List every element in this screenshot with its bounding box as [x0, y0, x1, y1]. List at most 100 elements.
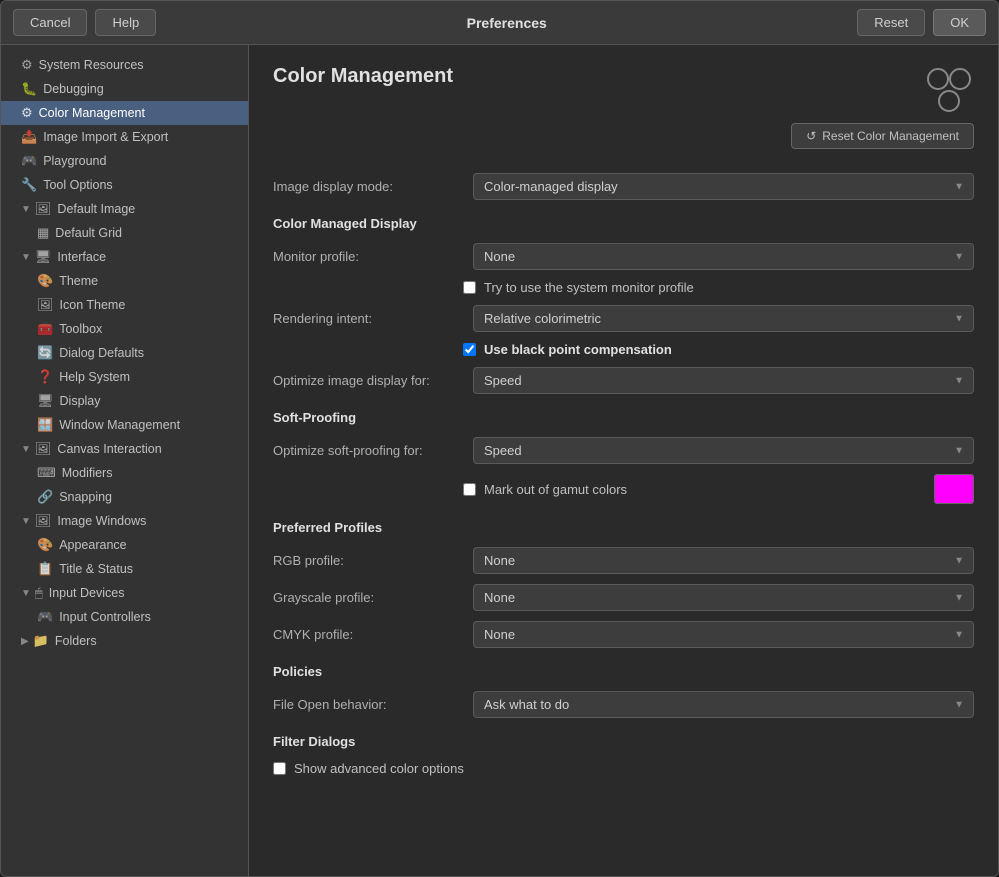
- rendering-intent-label: Rendering intent:: [273, 311, 473, 326]
- sidebar-label-tool-options: Tool Options: [43, 178, 112, 192]
- sidebar-label-icon-theme: Icon Theme: [60, 298, 126, 312]
- rgb-profile-select[interactable]: None: [473, 547, 974, 574]
- policies-title: Policies: [273, 664, 974, 679]
- monitor-profile-select[interactable]: None: [473, 243, 974, 270]
- mark-out-of-gamut-checkbox[interactable]: [463, 483, 476, 496]
- playground-icon: 🎮: [21, 153, 37, 169]
- reset-color-management-button[interactable]: ↺ Reset Color Management: [791, 123, 974, 149]
- sidebar-item-title-status[interactable]: 📋 Title & Status: [1, 557, 248, 581]
- sidebar-label-image-import-export: Image Import & Export: [43, 130, 168, 144]
- folders-icon: 📁: [33, 633, 49, 649]
- sidebar-label-default-image: Default Image: [57, 202, 135, 216]
- file-open-behavior-select-wrapper: Ask what to do Keep embedded profile Con…: [473, 691, 974, 718]
- ok-button[interactable]: OK: [933, 9, 986, 36]
- content-area: ⚙ System Resources 🐛 Debugging ⚙ Color M…: [1, 45, 998, 876]
- help-button[interactable]: Help: [95, 9, 156, 36]
- sidebar-item-dialog-defaults[interactable]: 🔄 Dialog Defaults: [1, 341, 248, 365]
- black-point-compensation-label[interactable]: Use black point compensation: [484, 342, 672, 357]
- window-title: Preferences: [467, 15, 547, 31]
- sidebar-item-default-grid[interactable]: ▦ Default Grid: [1, 221, 248, 245]
- sidebar-label-window-management: Window Management: [59, 418, 180, 432]
- rendering-intent-row: Rendering intent: Perceptual Relative co…: [273, 305, 974, 332]
- image-display-mode-select[interactable]: Color-managed display No color managemen…: [473, 173, 974, 200]
- sidebar-item-input-devices[interactable]: ▼ 🖱 Input Devices: [1, 581, 248, 605]
- show-advanced-color-row: Show advanced color options: [273, 761, 974, 776]
- input-controllers-icon: 🎮: [37, 609, 53, 625]
- mark-out-of-gamut-label[interactable]: Mark out of gamut colors: [484, 482, 926, 497]
- interface-icon: 🖥: [35, 249, 52, 265]
- gamut-color-swatch[interactable]: [934, 474, 974, 504]
- reset-icon: ↺: [806, 129, 816, 143]
- try-system-monitor-label[interactable]: Try to use the system monitor profile: [484, 280, 694, 295]
- sidebar-item-icon-theme[interactable]: 🖼 Icon Theme: [1, 293, 248, 317]
- theme-icon: 🎨: [37, 273, 53, 289]
- sidebar-item-input-controllers[interactable]: 🎮 Input Controllers: [1, 605, 248, 629]
- grayscale-profile-row: Grayscale profile: None: [273, 584, 974, 611]
- display-icon: 🖥: [37, 393, 54, 409]
- show-advanced-color-label[interactable]: Show advanced color options: [294, 761, 464, 776]
- optimize-image-display-select[interactable]: Speed Quality: [473, 367, 974, 394]
- sidebar-label-appearance: Appearance: [59, 538, 126, 552]
- black-point-compensation-row: Use black point compensation: [463, 342, 974, 357]
- sidebar-label-toolbox: Toolbox: [59, 322, 102, 336]
- sidebar-item-snapping[interactable]: 🔗 Snapping: [1, 485, 248, 509]
- try-system-monitor-checkbox[interactable]: [463, 281, 476, 294]
- sidebar-item-debugging[interactable]: 🐛 Debugging: [1, 77, 248, 101]
- sidebar-label-modifiers: Modifiers: [62, 466, 113, 480]
- file-open-behavior-label: File Open behavior:: [273, 697, 473, 712]
- sidebar-item-window-management[interactable]: 🪟 Window Management: [1, 413, 248, 437]
- sidebar-item-display[interactable]: 🖥 Display: [1, 389, 248, 413]
- cmyk-profile-select[interactable]: None: [473, 621, 974, 648]
- optimize-soft-proofing-label: Optimize soft-proofing for:: [273, 443, 473, 458]
- sidebar-item-system-resources[interactable]: ⚙ System Resources: [1, 53, 248, 77]
- cmyk-profile-row: CMYK profile: None: [273, 621, 974, 648]
- tool-options-icon: 🔧: [21, 177, 37, 193]
- main-content: Color Management ↺ Reset Color Managemen…: [249, 45, 998, 876]
- optimize-soft-proofing-select[interactable]: Speed Quality: [473, 437, 974, 464]
- sidebar-item-theme[interactable]: 🎨 Theme: [1, 269, 248, 293]
- sidebar-item-image-windows[interactable]: ▼ 🖼 Image Windows: [1, 509, 248, 533]
- toolbox-icon: 🧰: [37, 321, 53, 337]
- filter-dialogs-title: Filter Dialogs: [273, 734, 974, 749]
- window-management-icon: 🪟: [37, 417, 53, 433]
- main-header: Color Management ↺ Reset Color Managemen…: [273, 65, 974, 149]
- debugging-icon: 🐛: [21, 81, 37, 97]
- default-grid-icon: ▦: [37, 225, 49, 241]
- sidebar-item-canvas-interaction[interactable]: ▼ 🖼 Canvas Interaction: [1, 437, 248, 461]
- canvas-interaction-arrow: ▼: [21, 444, 31, 455]
- file-open-behavior-select[interactable]: Ask what to do Keep embedded profile Con…: [473, 691, 974, 718]
- sidebar-item-help-system[interactable]: ❓ Help System: [1, 365, 248, 389]
- sidebar-item-interface[interactable]: ▼ 🖥 Interface: [1, 245, 248, 269]
- sidebar-item-appearance[interactable]: 🎨 Appearance: [1, 533, 248, 557]
- sidebar-label-default-grid: Default Grid: [55, 226, 122, 240]
- rendering-intent-select[interactable]: Perceptual Relative colorimetric Saturat…: [473, 305, 974, 332]
- snapping-icon: 🔗: [37, 489, 53, 505]
- grayscale-profile-select[interactable]: None: [473, 584, 974, 611]
- folders-arrow: ▶: [21, 636, 29, 647]
- sidebar-item-image-import-export[interactable]: 📤 Image Import & Export: [1, 125, 248, 149]
- sidebar-label-snapping: Snapping: [59, 490, 112, 504]
- black-point-compensation-checkbox[interactable]: [463, 343, 476, 356]
- sidebar-item-folders[interactable]: ▶ 📁 Folders: [1, 629, 248, 653]
- monitor-profile-row: Monitor profile: None: [273, 243, 974, 270]
- sidebar-item-modifiers[interactable]: ⌨ Modifiers: [1, 461, 248, 485]
- titlebar-right-buttons: Reset OK: [857, 9, 986, 36]
- reset-button[interactable]: Reset: [857, 9, 925, 36]
- sidebar-item-toolbox[interactable]: 🧰 Toolbox: [1, 317, 248, 341]
- dialog-defaults-icon: 🔄: [37, 345, 53, 361]
- mark-out-of-gamut-row: Mark out of gamut colors: [463, 474, 974, 504]
- monitor-profile-select-wrapper: None: [473, 243, 974, 270]
- optimize-image-display-select-wrapper: Speed Quality: [473, 367, 974, 394]
- sidebar-item-color-management[interactable]: ⚙ Color Management: [1, 101, 248, 125]
- cancel-button[interactable]: Cancel: [13, 9, 87, 36]
- sidebar-label-theme: Theme: [59, 274, 98, 288]
- canvas-interaction-icon: 🖼: [35, 441, 52, 457]
- image-display-mode-select-wrapper: Color-managed display No color managemen…: [473, 173, 974, 200]
- sidebar-item-tool-options[interactable]: 🔧 Tool Options: [1, 173, 248, 197]
- sidebar-item-default-image[interactable]: ▼ 🖼 Default Image: [1, 197, 248, 221]
- input-devices-arrow: ▼: [21, 588, 31, 599]
- sidebar-label-system-resources: System Resources: [39, 58, 144, 72]
- show-advanced-color-checkbox[interactable]: [273, 762, 286, 775]
- sidebar-item-playground[interactable]: 🎮 Playground: [1, 149, 248, 173]
- sidebar-label-input-devices: Input Devices: [49, 586, 125, 600]
